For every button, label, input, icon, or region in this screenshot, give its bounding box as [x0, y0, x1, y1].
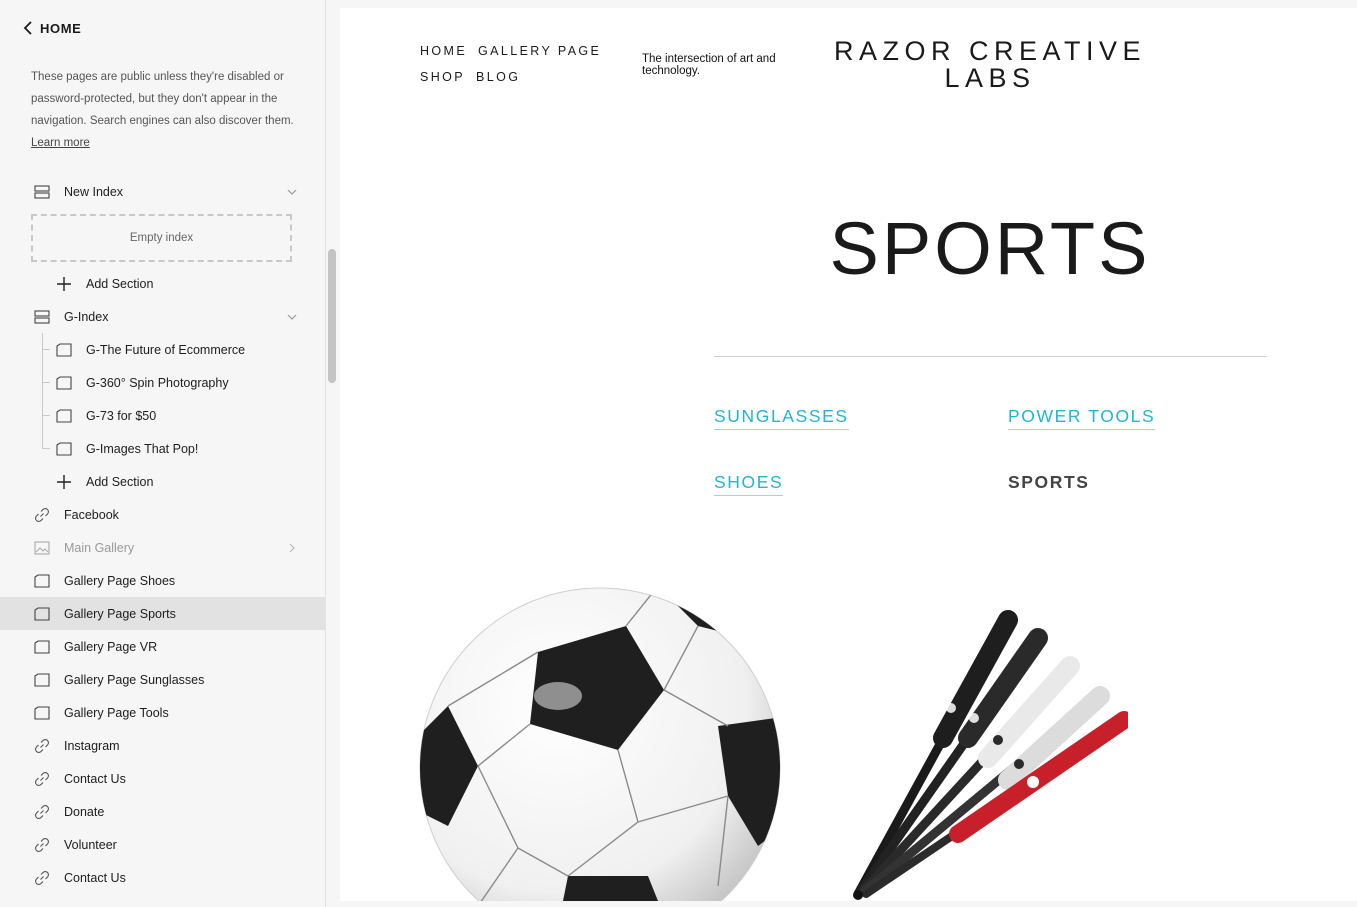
chevron-left-icon: [23, 21, 32, 35]
sidebar-item-volunteer[interactable]: Volunteer: [0, 828, 325, 861]
sidebar-item-label: Gallery Page Shoes: [64, 573, 176, 588]
category-link-power-tools[interactable]: POWER TOOLS: [1008, 406, 1156, 430]
pages-sidebar: HOME These pages are public unless they'…: [0, 0, 340, 907]
sidebar-item-g-73-for-50[interactable]: G-73 for $50: [0, 399, 325, 432]
sidebar-item-label: Contact Us: [64, 771, 126, 786]
sidebar-item-label: Contact Us: [64, 870, 126, 885]
sidebar-item-label: G-The Future of Ecommerce: [86, 342, 246, 357]
sidebar-item-label: Facebook: [64, 507, 119, 522]
soccer-ball-image[interactable]: [418, 586, 783, 901]
site-nav-shop[interactable]: SHOP: [420, 70, 465, 84]
site-nav-home[interactable]: HOME: [420, 44, 467, 58]
sidebar-item-contact-us[interactable]: Contact Us: [0, 861, 325, 894]
sidebar-scroll-area[interactable]: HOME These pages are public unless they'…: [0, 0, 326, 907]
sidebar-item-facebook[interactable]: Facebook: [0, 498, 325, 531]
sidebar-item-label: Donate: [64, 804, 105, 819]
gallery-icon: [34, 540, 50, 556]
baseball-bats-image[interactable]: [848, 608, 1128, 901]
chevron-down-icon[interactable]: [286, 311, 298, 323]
not-linked-description: These pages are public unless they're di…: [31, 71, 294, 149]
page-icon: [56, 408, 72, 424]
empty-index-placeholder: Empty index: [31, 214, 292, 262]
page-icon: [56, 342, 72, 358]
sidebar-item-label: Volunteer: [64, 837, 117, 852]
index-icon: [34, 309, 50, 325]
sidebar-item-label: Gallery Page Sunglasses: [64, 672, 205, 687]
page-icon: [56, 441, 72, 457]
page-icon: [34, 639, 50, 655]
link-icon: [34, 507, 50, 523]
plus-icon: [56, 276, 72, 292]
page-icon: [34, 705, 50, 721]
sidebar-item-label: G-360° Spin Photography: [86, 375, 229, 390]
sidebar-item-donate[interactable]: Donate: [0, 795, 325, 828]
page-icon: [34, 672, 50, 688]
category-link-sports[interactable]: SPORTS: [1008, 472, 1090, 495]
sidebar-item-label: Gallery Page Sports: [64, 606, 176, 621]
sidebar-item-gallery-page-vr[interactable]: Gallery Page VR: [0, 630, 325, 663]
preview-bottom-edge: [340, 901, 1357, 907]
page-icon: [56, 375, 72, 391]
link-icon: [34, 771, 50, 787]
sidebar-item-gallery-page-tools[interactable]: Gallery Page Tools: [0, 696, 325, 729]
divider: [714, 356, 1267, 357]
site-tagline: The intersection of art and technology.: [642, 53, 776, 77]
sidebar-item-label: Add Section: [86, 474, 154, 489]
sidebar-item-new-index[interactable]: New Index: [0, 175, 325, 208]
link-icon: [34, 804, 50, 820]
add-section-button[interactable]: Add Section: [0, 465, 325, 498]
sidebar-item-label: New Index: [64, 184, 124, 199]
chevron-down-icon[interactable]: [286, 186, 298, 198]
sidebar-item-gallery-page-sports[interactable]: Gallery Page Sports: [0, 597, 325, 630]
sidebar-item-label: Main Gallery: [64, 540, 135, 555]
sidebar-item-label: Gallery Page VR: [64, 639, 158, 654]
sidebar-item-g-images-pop[interactable]: G-Images That Pop!: [0, 432, 325, 465]
link-icon: [34, 738, 50, 754]
site-preview: HOME GALLERY PAGE SHOP BLOG The intersec…: [340, 8, 1357, 901]
sidebar-item-g-future-ecommerce[interactable]: G-The Future of Ecommerce: [0, 333, 325, 366]
add-section-button[interactable]: Add Section: [0, 267, 325, 300]
site-nav-blog[interactable]: BLOG: [476, 70, 520, 84]
sidebar-item-gallery-page-shoes[interactable]: Gallery Page Shoes: [0, 564, 325, 597]
chevron-right-icon[interactable]: [286, 542, 298, 554]
category-link-shoes[interactable]: SHOES: [714, 472, 784, 496]
link-icon: [34, 837, 50, 853]
page-title: SPORTS: [829, 207, 1151, 290]
site-nav-gallery-page[interactable]: GALLERY PAGE: [478, 44, 601, 58]
category-link-sunglasses[interactable]: SUNGLASSES: [714, 406, 849, 430]
home-back-label: HOME: [40, 20, 82, 36]
sidebar-item-label: Add Section: [86, 276, 154, 291]
page-icon: [34, 606, 50, 622]
learn-more-link[interactable]: Learn more: [31, 137, 90, 149]
sidebar-item-label: Instagram: [64, 738, 120, 753]
sidebar-item-label: G-73 for $50: [86, 408, 157, 423]
sidebar-item-g-index[interactable]: G-Index: [0, 300, 325, 333]
index-icon: [34, 184, 50, 200]
sidebar-item-label: G-Index: [64, 309, 109, 324]
page-icon: [34, 573, 50, 589]
link-icon: [34, 870, 50, 886]
sidebar-item-g-360-spin[interactable]: G-360° Spin Photography: [0, 366, 325, 399]
sidebar-item-contact-us[interactable]: Contact Us: [0, 762, 325, 795]
site-title[interactable]: RAZOR CREATIVE LABS: [830, 38, 1150, 92]
sidebar-item-main-gallery[interactable]: Main Gallery: [0, 531, 325, 564]
sidebar-scrollbar[interactable]: [328, 249, 336, 383]
sidebar-item-label: Gallery Page Tools: [64, 705, 169, 720]
sidebar-item-instagram[interactable]: Instagram: [0, 729, 325, 762]
plus-icon: [56, 474, 72, 490]
home-back-button[interactable]: HOME: [22, 20, 81, 36]
sidebar-item-label: G-Images That Pop!: [86, 441, 199, 456]
sidebar-item-gallery-page-sunglasses[interactable]: Gallery Page Sunglasses: [0, 663, 325, 696]
